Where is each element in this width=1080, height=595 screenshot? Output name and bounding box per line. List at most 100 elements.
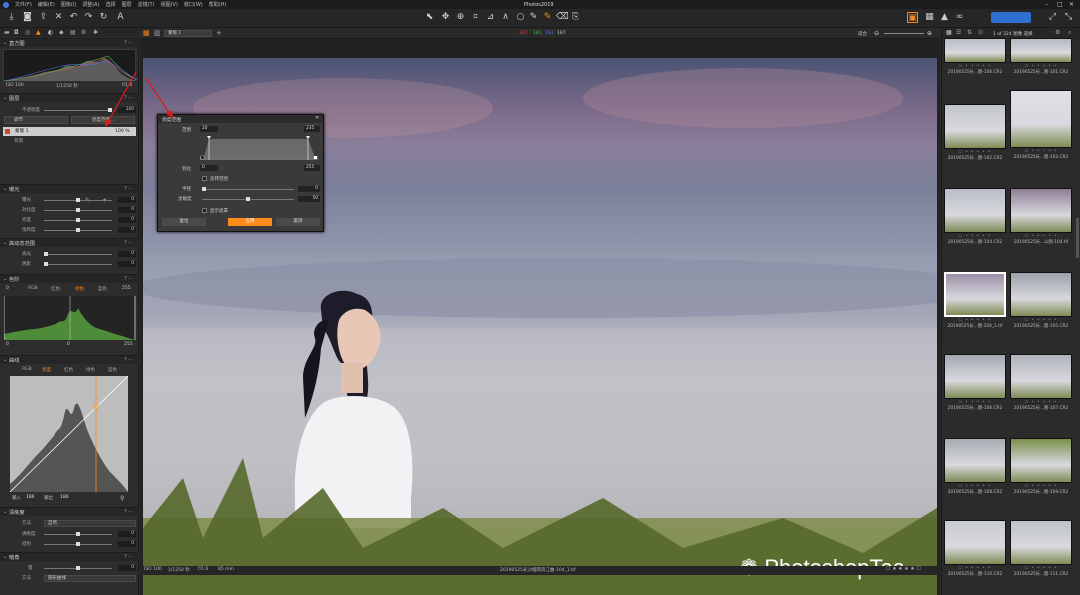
slider-knob[interactable] bbox=[76, 542, 80, 546]
thumbnail-rating[interactable]: ☐ • • • • • bbox=[944, 565, 1006, 570]
thumbnail-item[interactable]: ☐ • • • • • 20190525长...图-106.CR2 bbox=[944, 354, 1006, 411]
slider-track[interactable] bbox=[44, 253, 112, 255]
thumbnail-item[interactable]: ☐ • • • • • 20190525长...图-110.CR2 bbox=[944, 520, 1006, 577]
metadata-tab-icon[interactable]: ▤ bbox=[70, 29, 76, 36]
curves-output-value[interactable]: 186 bbox=[60, 495, 69, 500]
browser-scrollbar[interactable] bbox=[1076, 218, 1079, 258]
output-tab-icon[interactable]: ⚙ bbox=[81, 29, 86, 36]
thumbnail-rating[interactable]: ☐ • • • • • bbox=[1010, 233, 1072, 238]
zoom-fit-label[interactable]: 适合 bbox=[858, 31, 867, 37]
delete-icon[interactable]: ✕ bbox=[53, 12, 64, 23]
thumbnail-item[interactable]: ☐ • • • • • 20190525长...图-111.CR2 bbox=[1010, 520, 1072, 577]
thumbnail-item[interactable]: ☐ • • • • • 20190525长...公图-104.tif bbox=[1010, 188, 1072, 245]
expand-icon[interactable]: ⤢ bbox=[1047, 12, 1058, 23]
panel-options-icon[interactable]: ? ··· bbox=[124, 509, 133, 515]
export-icon[interactable]: ⇪ bbox=[38, 12, 49, 23]
levels-tab-blue[interactable]: 蓝色 bbox=[98, 286, 107, 292]
thumbnail-rating[interactable]: ☐ • • • • • bbox=[944, 63, 1006, 68]
thumbnail-item[interactable]: ☐ • • • • • 20190525长...图-108.CR2 bbox=[944, 438, 1006, 495]
panel-options-icon[interactable]: ? ··· bbox=[124, 554, 133, 560]
lens-tab-icon[interactable]: ◎ bbox=[25, 29, 30, 36]
menu-layer[interactable]: 图层 bbox=[122, 1, 132, 8]
menu-adjust[interactable]: 调整(A) bbox=[82, 1, 99, 8]
collapse-chevron-icon[interactable]: ⌄ bbox=[3, 95, 7, 101]
slider-knob[interactable] bbox=[76, 198, 80, 202]
batch-tab-icon[interactable]: ✱ bbox=[93, 29, 98, 36]
thumbnail-item[interactable]: ☐ • • • • • 20190525长...图-101.CR2 bbox=[1010, 38, 1072, 75]
slider-knob[interactable] bbox=[76, 532, 80, 536]
curves-tab-red[interactable]: 红色 bbox=[64, 367, 73, 373]
zoom-tool-icon[interactable]: ⊕ bbox=[455, 12, 466, 23]
keystone-tool-icon[interactable]: ∧ bbox=[500, 12, 511, 23]
slider-knob[interactable] bbox=[76, 218, 80, 222]
thumbnail-rating[interactable]: ☐ • • • • • bbox=[944, 399, 1006, 404]
menu-image[interactable]: 图像(I) bbox=[61, 1, 76, 8]
browser-options-icon[interactable]: ⚙ bbox=[1055, 29, 1060, 36]
thumbnail-image[interactable] bbox=[944, 104, 1006, 149]
layout-icon[interactable]: ▦ bbox=[143, 29, 150, 37]
single-view-icon[interactable]: ▣ bbox=[907, 12, 918, 23]
camera-icon[interactable]: ◙ bbox=[22, 12, 33, 23]
slider-knob[interactable] bbox=[76, 566, 80, 570]
close-window-icon[interactable]: ✕ bbox=[1069, 1, 1074, 8]
thumbnail-image[interactable] bbox=[944, 38, 1006, 63]
crop-tool-icon[interactable]: ⌗ bbox=[470, 12, 481, 23]
thumbnail-image[interactable] bbox=[944, 188, 1006, 233]
add-viewer-icon[interactable]: + bbox=[216, 29, 222, 37]
slider-value[interactable]: 0 bbox=[118, 565, 136, 571]
curves-section-header[interactable]: ⌄ 曲线 ? ··· bbox=[0, 355, 139, 364]
show-mask-checkbox[interactable] bbox=[202, 208, 207, 213]
rotate-icon[interactable]: ↻ bbox=[98, 12, 109, 23]
curves-graph[interactable] bbox=[9, 375, 129, 493]
thumbnail-image[interactable] bbox=[944, 354, 1006, 399]
slider-knob[interactable] bbox=[76, 228, 80, 232]
collapse-chevron-icon[interactable]: ⌄ bbox=[3, 509, 7, 515]
dialog-close-icon[interactable]: ✕ bbox=[315, 115, 319, 121]
thumbnail-image[interactable] bbox=[944, 272, 1006, 317]
thumbnail-item[interactable]: ☐ • • • • • 20190525长...图-109.CR2 bbox=[1010, 438, 1072, 495]
slider-value[interactable]: 0 bbox=[118, 217, 136, 223]
collapse-chevron-icon[interactable]: ⌄ bbox=[3, 40, 7, 46]
falloff-low-input[interactable]: 0 bbox=[200, 165, 218, 171]
warning-icon[interactable]: ▲ bbox=[939, 12, 950, 23]
menu-select[interactable]: 选择 bbox=[106, 1, 116, 8]
thumbnail-image[interactable] bbox=[1010, 90, 1072, 148]
undo-icon[interactable]: ↶ bbox=[68, 12, 79, 23]
zoom-slider[interactable] bbox=[884, 33, 924, 34]
thumbnail-rating[interactable]: ☐ • • • • • bbox=[1010, 63, 1072, 68]
sensitivity-input[interactable]: 50 bbox=[298, 196, 320, 202]
menu-file[interactable]: 文件(F) bbox=[15, 1, 32, 8]
thumbnail-rating[interactable]: ☐ • • • • • bbox=[1010, 148, 1072, 153]
thumbnail-rating[interactable]: ☐ • • • • • bbox=[1010, 317, 1072, 322]
panel-options-icon[interactable]: ? ··· bbox=[124, 186, 133, 192]
panel-options-icon[interactable]: ? ··· bbox=[124, 357, 133, 363]
range-low-input[interactable]: 20 bbox=[200, 126, 218, 132]
collapse-chevron-icon[interactable]: ⌄ bbox=[3, 240, 7, 246]
layer-checkbox[interactable] bbox=[5, 129, 10, 134]
filter-icon[interactable]: ⊙ bbox=[978, 29, 983, 36]
thumbnail-item[interactable]: ☐ • • • • • 20190525长...图-105.CR2 bbox=[1010, 272, 1072, 329]
panel-options-icon[interactable]: ? ··· bbox=[124, 240, 133, 246]
menu-window[interactable]: 窗口(W) bbox=[184, 1, 203, 8]
vignette-method-select[interactable]: 圆形曲线 bbox=[44, 574, 136, 582]
thumbnail-image[interactable] bbox=[1010, 438, 1072, 483]
curves-tab-rgb[interactable]: RGB bbox=[22, 367, 32, 372]
layout-alt-icon[interactable]: ▥ bbox=[154, 29, 161, 37]
pan-tool-icon[interactable]: ✥ bbox=[440, 12, 451, 23]
menu-edit[interactable]: 编辑(E) bbox=[38, 1, 55, 8]
range-high-input[interactable]: 235 bbox=[304, 126, 320, 132]
slider-knob[interactable] bbox=[44, 262, 48, 266]
detail-tab-icon[interactable]: ◆ bbox=[59, 29, 64, 36]
levels-max-value[interactable]: 255 bbox=[122, 286, 131, 291]
curves-tab-green[interactable]: 绿色 bbox=[86, 367, 95, 373]
curves-input-value[interactable]: 186 bbox=[26, 495, 35, 500]
clarity-section-header[interactable]: ⌄ 清晰度 ? ··· bbox=[0, 507, 139, 516]
thumbnail-rating[interactable]: ☐ • • • • • bbox=[944, 149, 1006, 154]
thumbnail-rating[interactable]: ☐ • • • • • bbox=[944, 317, 1006, 322]
vignette-section-header[interactable]: ⌄ 暗角 ? ··· bbox=[0, 552, 139, 561]
mask-brush-icon[interactable]: ✎ bbox=[542, 12, 553, 23]
exposure-tab-icon[interactable]: ◐ bbox=[48, 29, 53, 36]
cancel-button[interactable]: 取消 bbox=[276, 218, 320, 226]
thumbnail-item[interactable]: ☐ • • • • • 20190525长...图-104.CR2 bbox=[944, 188, 1006, 245]
thumbnail-image[interactable] bbox=[1010, 520, 1072, 565]
